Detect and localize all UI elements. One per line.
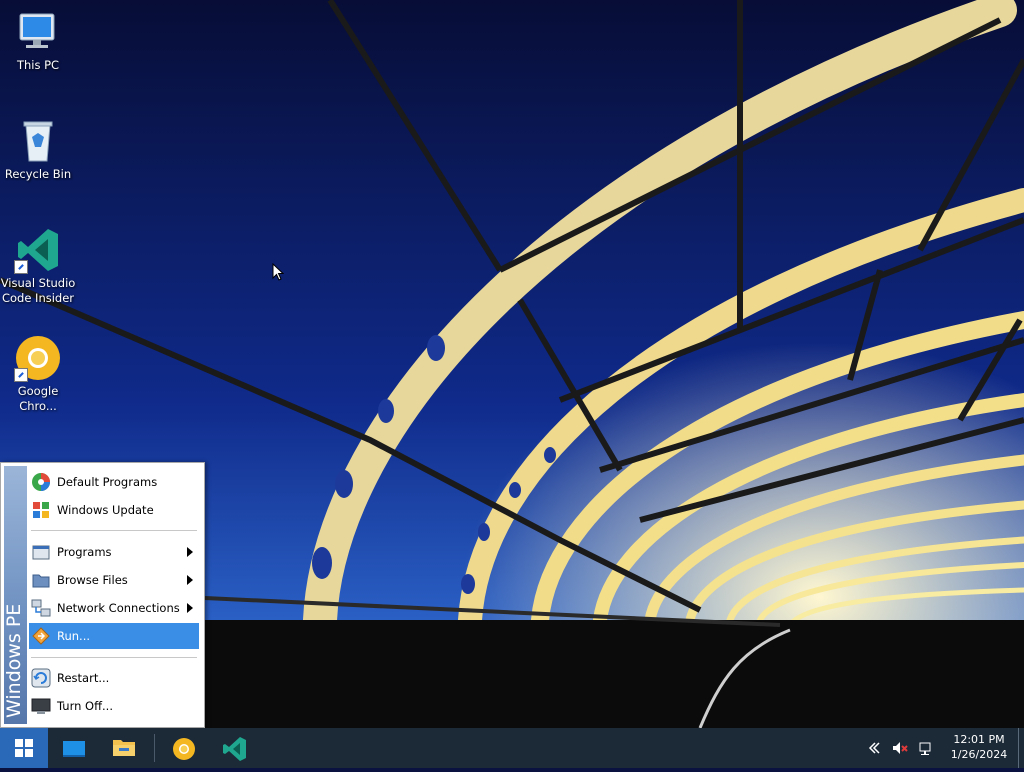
start-menu: Windows PE Default Programs Windows Upda…: [0, 462, 205, 728]
menu-item-default-programs[interactable]: Default Programs: [29, 469, 199, 495]
desktop-icon-label: This PC: [16, 58, 60, 72]
mouse-cursor-icon: [272, 263, 284, 281]
shortcut-arrow-icon: [14, 368, 28, 382]
taskbar-separator: [154, 734, 155, 762]
desktop-icon-google-chrome[interactable]: Google Chro...: [0, 334, 76, 414]
taskbar-google-chrome[interactable]: [160, 728, 208, 768]
windows-update-icon: [33, 502, 49, 518]
desktop-icon-this-pc[interactable]: This PC: [0, 8, 76, 73]
recycle-bin-icon: [14, 117, 62, 165]
desktop-monitor-icon: [63, 741, 85, 757]
programs-icon: [32, 545, 50, 560]
windows-logo-icon: [15, 739, 33, 757]
desktop-icon-label: Recycle Bin: [4, 167, 72, 181]
menu-item-label: Programs: [57, 545, 112, 559]
file-explorer-icon: [113, 740, 135, 756]
taskbar-show-desktop-app[interactable]: [50, 728, 98, 768]
taskbar-file-explorer[interactable]: [100, 728, 148, 768]
folder-icon: [32, 574, 50, 588]
menu-item-turn-off[interactable]: Turn Off...: [29, 693, 199, 719]
shortcut-arrow-icon: [14, 260, 28, 274]
clock-date: 1/26/2024: [950, 748, 1008, 761]
desktop-icon-label: Visual Studio Code Insider: [0, 276, 76, 305]
vscode-insiders-icon: [223, 737, 246, 761]
desktop-icon-label: Google Chro...: [17, 384, 59, 413]
menu-item-windows-update[interactable]: Windows Update: [29, 497, 199, 523]
chrome-icon: [14, 334, 62, 382]
menu-item-label: Restart...: [57, 671, 110, 685]
start-menu-brand-strip: Windows PE: [3, 466, 27, 724]
volume-muted-icon[interactable]: [892, 740, 908, 756]
shutdown-icon: [31, 698, 51, 714]
vscode-insiders-icon: [14, 226, 62, 274]
menu-separator: [31, 530, 197, 531]
run-icon: [32, 627, 50, 645]
menu-item-label: Default Programs: [57, 475, 158, 489]
network-status-icon[interactable]: [918, 740, 934, 756]
menu-item-run[interactable]: Run...: [29, 623, 199, 649]
restart-icon: [31, 668, 51, 688]
desktop-icon-recycle-bin[interactable]: Recycle Bin: [0, 117, 76, 182]
computer-icon: [14, 8, 62, 56]
menu-item-label: Run...: [57, 629, 91, 643]
show-desktop-button[interactable]: [1018, 728, 1024, 768]
menu-item-label: Turn Off...: [57, 699, 113, 713]
default-programs-icon: [32, 473, 50, 491]
tray-chevron-icon[interactable]: [866, 740, 882, 756]
taskbar-vscode-insiders[interactable]: [211, 728, 259, 768]
start-button[interactable]: [0, 728, 48, 768]
clock-time: 12:01 PM: [953, 733, 1005, 746]
menu-item-label: Network Connections: [57, 601, 180, 615]
chrome-icon: [173, 738, 195, 760]
start-menu-brand: Windows PE: [3, 603, 25, 718]
submenu-arrow-icon: [187, 575, 193, 585]
desktop-icon-vscode-insiders[interactable]: Visual Studio Code Insider: [0, 226, 76, 306]
submenu-arrow-icon: [187, 603, 193, 613]
menu-item-browse-files[interactable]: Browse Files: [29, 567, 199, 593]
menu-item-programs[interactable]: Programs: [29, 539, 199, 565]
network-icon: [31, 599, 51, 617]
menu-item-label: Browse Files: [57, 573, 128, 587]
submenu-arrow-icon: [187, 547, 193, 557]
menu-item-label: Windows Update: [57, 503, 154, 517]
menu-item-restart[interactable]: Restart...: [29, 665, 199, 691]
menu-item-network-connections[interactable]: Network Connections: [29, 595, 199, 621]
taskbar: 12:01 PM 1/26/2024: [0, 728, 1024, 768]
menu-separator: [31, 657, 197, 658]
system-clock[interactable]: 12:01 PM 1/26/2024: [944, 732, 1014, 762]
